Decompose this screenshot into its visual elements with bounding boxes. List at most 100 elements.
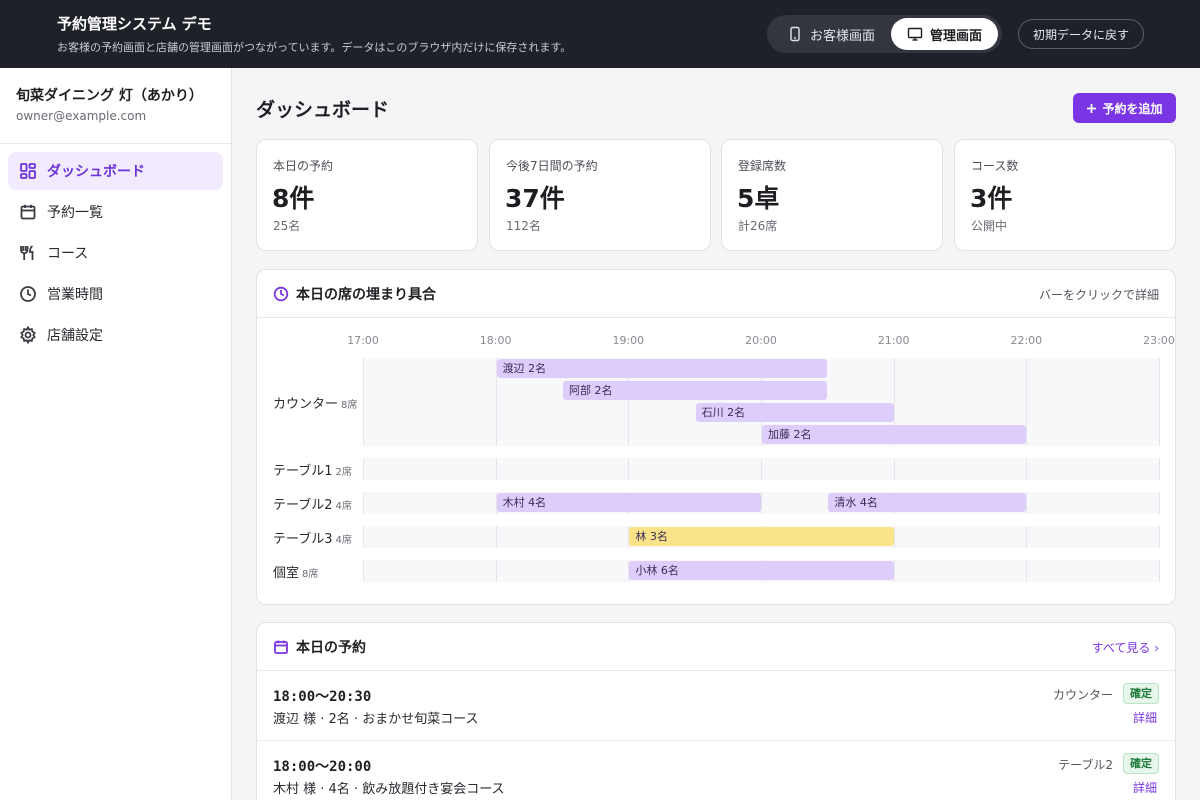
calendar-icon [274, 640, 288, 654]
timeline-gridline [1159, 358, 1160, 446]
sidebar-item-courses[interactable]: コース [8, 234, 223, 272]
booking-bar[interactable]: 清水 4名 [828, 493, 1027, 512]
today-header: 本日の予約 すべて見る › [257, 623, 1175, 671]
reservation-desc: 渡辺 様 · 2名 · おまかせ旬菜コース [273, 712, 479, 727]
stat-label: 登録席数 [738, 159, 787, 173]
reservation-item[interactable]: 18:00〜20:00 木村 様 · 4名 · 飲み放題付き宴会コース テーブル… [257, 741, 1175, 800]
stat-sub: 112名 [506, 219, 541, 233]
timeline-gridline [1159, 560, 1160, 582]
timeline-gridline [495, 560, 497, 582]
timeline-gridline [1026, 526, 1028, 548]
add-reservation-button[interactable]: 予約を追加 [1073, 93, 1176, 123]
timeline-gridline [1026, 458, 1028, 480]
seat-name: テーブル1 [273, 464, 333, 479]
stat-value: 8件 [272, 184, 315, 213]
timeline-gridline [893, 526, 895, 548]
admin-mode-label: 管理画面 [929, 28, 982, 44]
sidebar-item-store-settings[interactable]: 店舗設定 [8, 316, 223, 354]
occupancy-title: 本日の席の埋まり具合 [296, 287, 436, 303]
occupancy-panel: 本日の席の埋まり具合 バーをクリックで詳細 17:00 18:00 19:00 20:… [256, 269, 1176, 605]
timeline-row-label: テーブル1 2席 [273, 460, 352, 479]
status-badge: 確定 [1123, 753, 1159, 774]
store-info: 旬菜ダイニング 灯（あかり） owner@example.com [0, 68, 231, 144]
timeline-tick: 23:00 [1143, 334, 1175, 347]
reservation-time: 18:00〜20:30 [273, 689, 372, 705]
booking-bar[interactable]: 木村 4名 [496, 493, 761, 512]
timeline-gridline [363, 458, 364, 480]
booking-bar[interactable]: 渡辺 2名 [496, 359, 828, 378]
seat-name: 個室 [273, 566, 300, 581]
stat-sub: 公開中 [971, 219, 1008, 233]
detail-link[interactable]: 詳細 [1133, 779, 1157, 796]
dashboard-icon [20, 163, 36, 179]
sidebar-item-label: 予約一覧 [47, 205, 103, 221]
timeline-tick: 22:00 [1010, 334, 1043, 347]
sidebar-item-label: 営業時間 [47, 287, 103, 303]
today-title: 本日の予約 [296, 640, 366, 656]
timeline-gridline [1159, 492, 1160, 514]
stat-label: コース数 [971, 159, 1019, 173]
mode-switch: お客様画面 管理画面 [767, 15, 1002, 53]
sidebar-item-label: ダッシュボード [47, 164, 145, 180]
timeline-tick: 19:00 [612, 334, 645, 347]
status-badge: 確定 [1123, 683, 1159, 704]
detail-link[interactable]: 詳細 [1133, 709, 1157, 726]
timeline-row-label: テーブル2 4席 [273, 494, 352, 513]
customer-mode-button[interactable]: お客様画面 [773, 18, 889, 50]
seat-capacity: 8席 [302, 569, 319, 580]
timeline-gridline [761, 492, 762, 514]
store-email: owner@example.com [16, 109, 147, 123]
seat-capacity: 4席 [335, 501, 352, 512]
booking-bar[interactable]: 加藤 2名 [762, 425, 1027, 444]
timeline-gridline [893, 458, 895, 480]
timeline-gridline [495, 458, 497, 480]
see-all-label: すべて見る [1091, 641, 1151, 655]
add-reservation-label: 予約を追加 [1102, 101, 1163, 116]
utensils-icon [20, 245, 34, 260]
booking-bar[interactable]: 石川 2名 [695, 403, 894, 422]
timeline-gridline [1159, 458, 1160, 480]
timeline-gridline [1026, 358, 1028, 446]
app-subtitle: お客様の予約画面と店舗の管理画面がつながっています。データはこのブラウザ内だけに… [57, 41, 572, 54]
admin-mode-button[interactable]: 管理画面 [891, 18, 998, 50]
plus-icon [1087, 103, 1097, 113]
timeline-gridline [628, 458, 630, 480]
stat-label: 今後7日間の予約 [506, 159, 598, 173]
timeline-gridline [363, 560, 364, 582]
phone-icon [790, 26, 800, 42]
clock-icon [20, 286, 36, 302]
seat-capacity: 4席 [335, 535, 352, 546]
stat-value: 37件 [505, 184, 565, 213]
see-all-link[interactable]: すべて見る › [1092, 639, 1159, 656]
sidebar-item-reservations[interactable]: 予約一覧 [8, 193, 223, 231]
sidebar-item-dashboard[interactable]: ダッシュボード [8, 152, 223, 190]
timeline-row-label: 個室 8席 [273, 562, 318, 581]
timeline-tick: 18:00 [479, 334, 512, 347]
calendar-icon [20, 204, 36, 220]
booking-bar[interactable]: 阿部 2名 [563, 381, 828, 400]
clock-icon [273, 286, 289, 302]
reset-data-button[interactable]: 初期データに戻す [1018, 19, 1144, 49]
top-bar: 予約管理システム デモ お客様の予約画面と店舗の管理画面がつながっています。デー… [0, 0, 1200, 68]
stat-card-courses: コース数 3件 公開中 [954, 139, 1176, 251]
stat-card-week: 今後7日間の予約 37件 112名 [489, 139, 711, 251]
reservation-seat: テーブル2 [1058, 758, 1113, 772]
booking-bar[interactable]: 林 3名 [629, 527, 894, 546]
stat-card-tables: 登録席数 5卓 計26席 [721, 139, 943, 251]
sidebar-item-business-hours[interactable]: 営業時間 [8, 275, 223, 313]
timeline-tick: 21:00 [877, 334, 910, 347]
timeline-gridline [893, 560, 895, 582]
today-reservations-panel: 本日の予約 すべて見る › 18:00〜20:30 渡辺 様 · 2名 · おま… [256, 622, 1176, 800]
page-title: ダッシュボード [256, 99, 390, 121]
reservation-item[interactable]: 18:00〜20:30 渡辺 様 · 2名 · おまかせ旬菜コース カウンター … [257, 671, 1175, 741]
stat-label: 本日の予約 [273, 159, 334, 173]
sidebar: 旬菜ダイニング 灯（あかり） owner@example.com ダッシュボード… [0, 68, 232, 800]
customer-mode-label: お客様画面 [809, 28, 875, 44]
stat-sub: 25名 [273, 219, 301, 233]
seat-capacity: 8席 [341, 400, 358, 411]
monitor-icon [907, 27, 923, 41]
booking-bar[interactable]: 小林 6名 [629, 561, 894, 580]
timeline-row-label: テーブル3 4席 [273, 528, 352, 547]
seat-capacity: 2席 [335, 467, 352, 478]
stat-sub: 計26席 [738, 219, 778, 233]
